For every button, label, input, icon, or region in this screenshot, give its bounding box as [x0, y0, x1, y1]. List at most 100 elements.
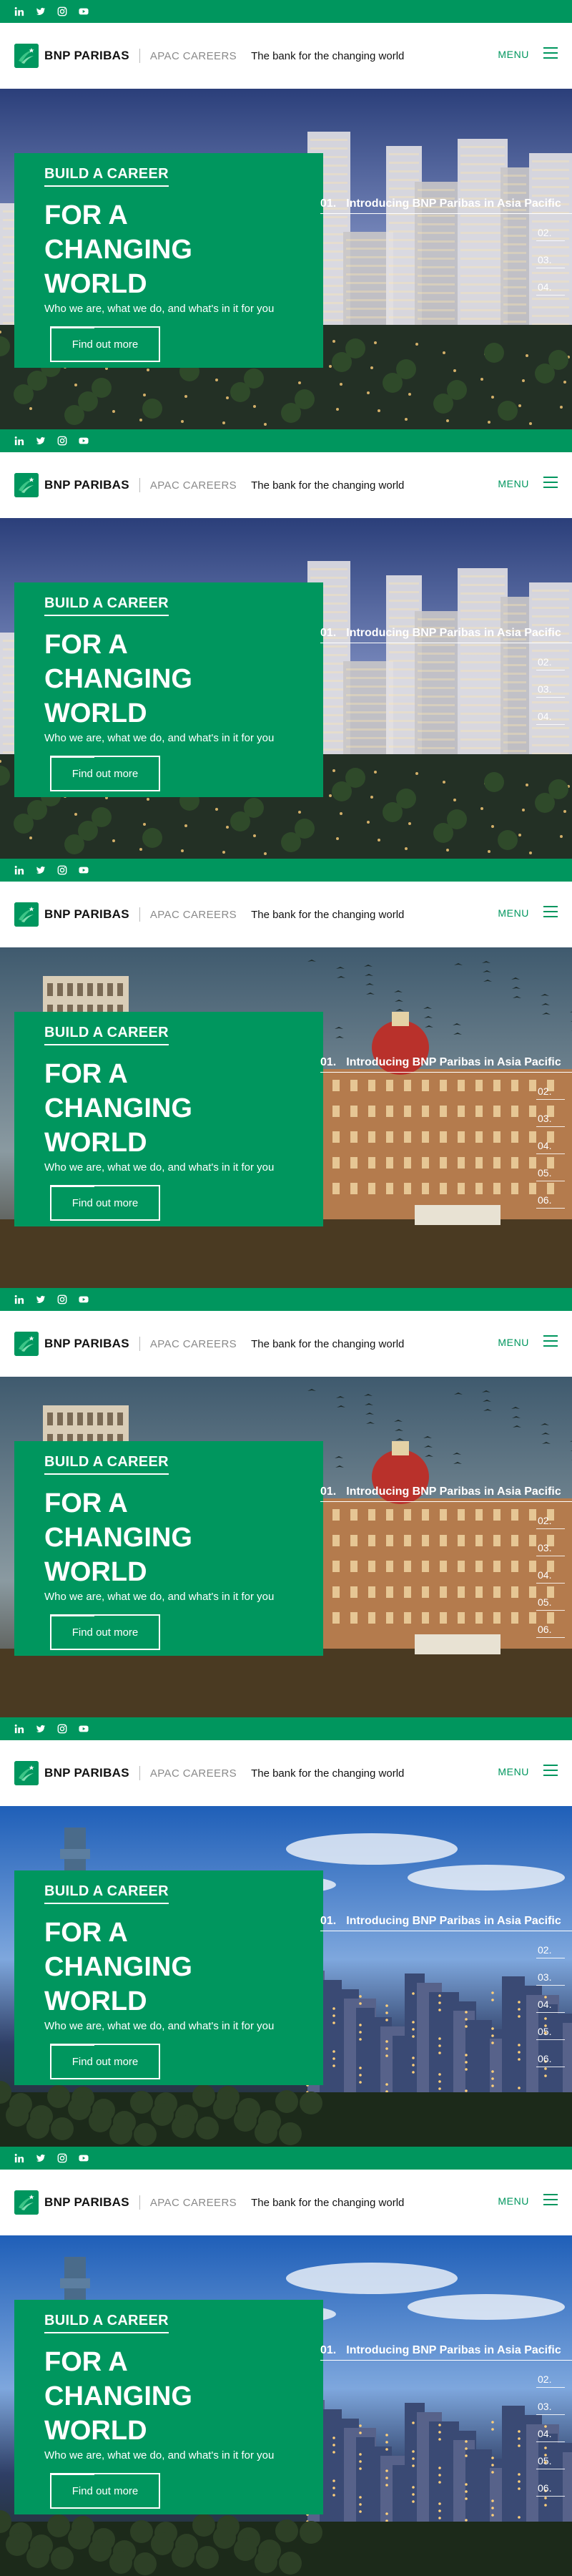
slide-item[interactable]: 04. — [536, 698, 565, 725]
slide-item-active[interactable]: 01. Introducing BNP Paribas in Asia Paci… — [320, 197, 572, 214]
slide-item[interactable]: 05. — [536, 1584, 565, 1611]
instagram-icon[interactable] — [56, 1293, 69, 1306]
youtube-icon[interactable] — [77, 1293, 90, 1306]
slide-item-active[interactable]: 01. Introducing BNP Paribas in Asia Paci… — [320, 2344, 572, 2361]
find-out-more-button[interactable]: Find out more — [50, 1614, 160, 1650]
linkedin-icon[interactable] — [13, 434, 26, 447]
slide-item-active[interactable]: 01. Introducing BNP Paribas in Asia Paci… — [320, 627, 572, 643]
slide-list: 02. 03. 04. — [320, 643, 572, 725]
twitter-icon[interactable] — [34, 1293, 47, 1306]
slide-item[interactable]: 02. — [536, 1931, 565, 1958]
twitter-icon[interactable] — [34, 5, 47, 18]
slide-item[interactable]: 06. — [536, 2040, 565, 2067]
youtube-icon[interactable] — [77, 1722, 90, 1735]
section-label[interactable]: APAC CAREERS — [150, 50, 237, 62]
slide-item[interactable]: 02. — [536, 643, 565, 670]
youtube-icon[interactable] — [77, 5, 90, 18]
slide-item[interactable]: 03. — [536, 2388, 565, 2415]
hero-headline: FOR A CHANGING WORLD — [44, 1059, 192, 1158]
slide-item[interactable]: 05. — [536, 2442, 565, 2469]
slide-item[interactable]: 03. — [536, 1529, 565, 1556]
slide-item[interactable]: 02. — [536, 1073, 565, 1100]
section-label[interactable]: APAC CAREERS — [150, 1338, 237, 1350]
menu-button[interactable]: MENU — [498, 1337, 529, 1348]
twitter-icon[interactable] — [34, 434, 47, 447]
find-out-more-button[interactable]: Find out more — [50, 326, 160, 362]
slide-item[interactable]: 02. — [536, 1502, 565, 1529]
slide-title: Introducing BNP Paribas in Asia Pacific — [346, 2344, 561, 2356]
hero-subline: Who we are, what we do, and what's in it… — [44, 1591, 275, 1603]
slide-item[interactable]: 03. — [536, 1100, 565, 1127]
bnp-paribas-logo[interactable]: BNP PARIBAS — [14, 2190, 129, 2215]
section-label[interactable]: APAC CAREERS — [150, 479, 237, 492]
slide-item-active[interactable]: 01. Introducing BNP Paribas in Asia Paci… — [320, 1915, 572, 1931]
slide-title: Introducing BNP Paribas in Asia Pacific — [346, 627, 561, 639]
slide-item[interactable]: 04. — [536, 1986, 565, 2013]
find-out-more-button[interactable]: Find out more — [50, 1185, 160, 1221]
slide-item[interactable]: 05. — [536, 1154, 565, 1181]
bnp-paribas-logo[interactable]: BNP PARIBAS — [14, 44, 129, 68]
slide-item[interactable]: 04. — [536, 1127, 565, 1154]
hamburger-icon[interactable] — [543, 47, 558, 59]
twitter-icon[interactable] — [34, 2152, 47, 2165]
slide-item[interactable]: 03. — [536, 1958, 565, 1986]
hamburger-icon[interactable] — [543, 1335, 558, 1347]
hamburger-icon[interactable] — [543, 906, 558, 917]
site-header: BNP PARIBAS APAC CAREERS The bank for th… — [0, 452, 572, 518]
slide-item[interactable]: 04. — [536, 268, 565, 296]
hero-subline: Who we are, what we do, and what's in it… — [44, 1161, 275, 1174]
menu-button[interactable]: MENU — [498, 49, 529, 60]
bnp-paribas-logo[interactable]: BNP PARIBAS — [14, 473, 129, 497]
menu-button[interactable]: MENU — [498, 1766, 529, 1777]
hamburger-icon[interactable] — [543, 477, 558, 488]
section-label[interactable]: APAC CAREERS — [150, 909, 237, 921]
slide-item[interactable]: 05. — [536, 2013, 565, 2040]
instagram-icon[interactable] — [56, 864, 69, 877]
linkedin-icon[interactable] — [13, 1722, 26, 1735]
slides-nav: 01. Introducing BNP Paribas in Asia Paci… — [320, 1485, 572, 1638]
hero-card: BUILD A CAREER FOR A CHANGING WORLD Who … — [14, 1870, 323, 2085]
slide-item[interactable]: 06. — [536, 1181, 565, 1209]
slide-item[interactable]: 06. — [536, 2469, 565, 2497]
linkedin-icon[interactable] — [13, 864, 26, 877]
logo-stars-icon — [14, 473, 39, 497]
social-bar — [0, 2147, 572, 2170]
slides-nav: 01. Introducing BNP Paribas in Asia Paci… — [320, 2344, 572, 2497]
linkedin-icon[interactable] — [13, 5, 26, 18]
twitter-icon[interactable] — [34, 864, 47, 877]
slide-item[interactable]: 04. — [536, 2415, 565, 2442]
linkedin-icon[interactable] — [13, 1293, 26, 1306]
find-out-more-button[interactable]: Find out more — [50, 2473, 160, 2509]
slide-item[interactable]: 03. — [536, 241, 565, 268]
hamburger-icon[interactable] — [543, 1765, 558, 1776]
instagram-icon[interactable] — [56, 434, 69, 447]
youtube-icon[interactable] — [77, 2152, 90, 2165]
bnp-paribas-logo[interactable]: BNP PARIBAS — [14, 1332, 129, 1356]
find-out-more-button[interactable]: Find out more — [50, 2044, 160, 2079]
linkedin-icon[interactable] — [13, 2152, 26, 2165]
youtube-icon[interactable] — [77, 434, 90, 447]
youtube-icon[interactable] — [77, 864, 90, 877]
menu-button[interactable]: MENU — [498, 478, 529, 489]
section-label[interactable]: APAC CAREERS — [150, 1767, 237, 1780]
slide-item[interactable]: 03. — [536, 670, 565, 698]
find-out-more-button[interactable]: Find out more — [50, 756, 160, 791]
menu-button[interactable]: MENU — [498, 2195, 529, 2207]
section-label[interactable]: APAC CAREERS — [150, 2197, 237, 2209]
slide-item[interactable]: 06. — [536, 1611, 565, 1638]
slide-item-active[interactable]: 01. Introducing BNP Paribas in Asia Paci… — [320, 1056, 572, 1073]
menu-button[interactable]: MENU — [498, 907, 529, 919]
instagram-icon[interactable] — [56, 5, 69, 18]
instagram-icon[interactable] — [56, 1722, 69, 1735]
slide-item-active[interactable]: 01. Introducing BNP Paribas in Asia Paci… — [320, 1485, 572, 1502]
slide-title: Introducing BNP Paribas in Asia Pacific — [346, 1485, 561, 1498]
slide-item[interactable]: 02. — [536, 2361, 565, 2388]
slide-progress-bar — [51, 1614, 94, 1616]
bnp-paribas-logo[interactable]: BNP PARIBAS — [14, 1761, 129, 1785]
bnp-paribas-logo[interactable]: BNP PARIBAS — [14, 902, 129, 927]
hamburger-icon[interactable] — [543, 2194, 558, 2205]
twitter-icon[interactable] — [34, 1722, 47, 1735]
slide-item[interactable]: 04. — [536, 1556, 565, 1584]
slide-item[interactable]: 02. — [536, 214, 565, 241]
instagram-icon[interactable] — [56, 2152, 69, 2165]
